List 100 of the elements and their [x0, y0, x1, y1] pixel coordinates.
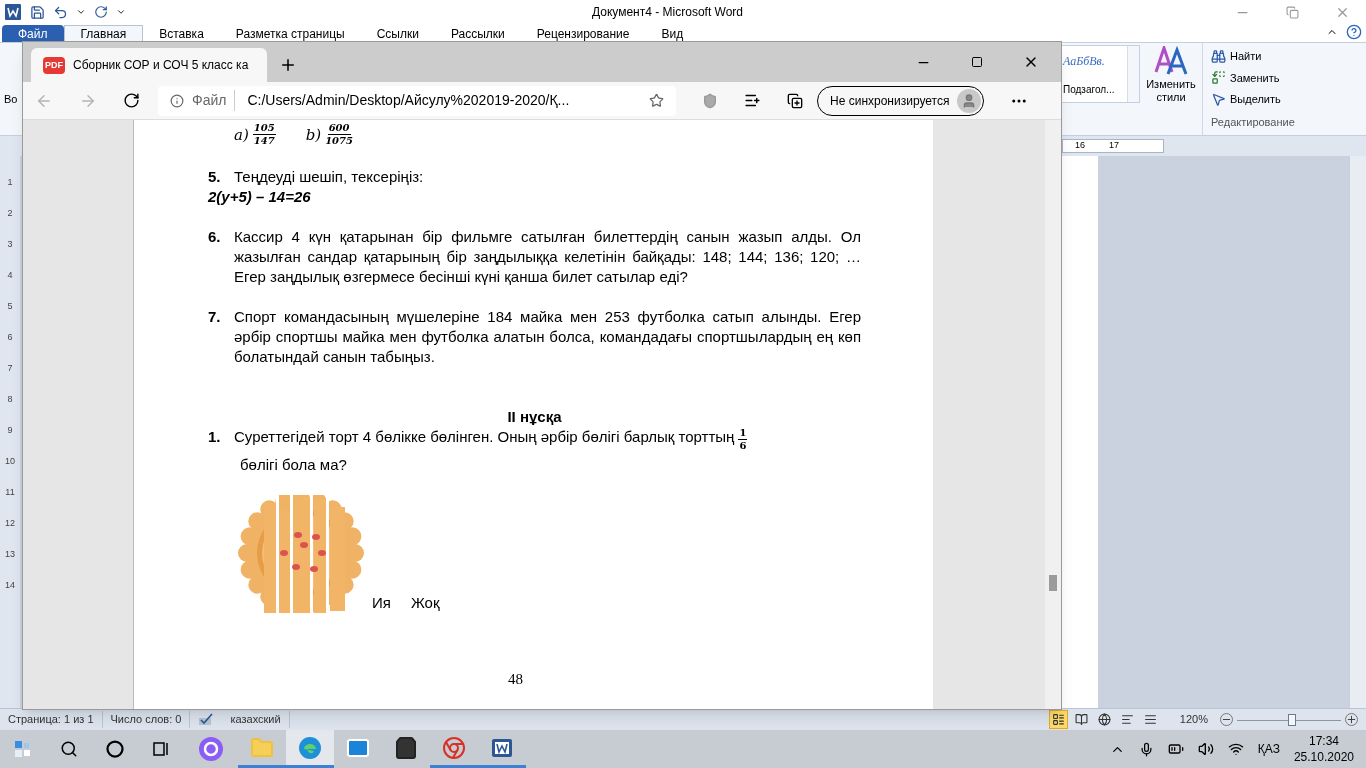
- fraction: 1 6: [738, 427, 748, 452]
- view-button[interactable]: [1048, 710, 1068, 729]
- ruler-number: 9: [7, 424, 13, 436]
- equation: 2(y+5) – 14=26: [208, 187, 312, 207]
- ruler-number: 7: [7, 362, 13, 374]
- pointer-icon: [1211, 91, 1226, 107]
- wifi-icon[interactable]: [1227, 741, 1244, 757]
- favorites-icon[interactable]: [744, 92, 761, 109]
- gallery-scrollbar[interactable]: [1127, 46, 1139, 102]
- question-text: Кассир 4 күн қатарынан бір фильмге сатылған билеттердің санын жазып алды. Ол жазылған сандар қатарының бір заңдылыққа келетінін байқады: 148; 144; 136; 120; … Егер заңдылық өзгермесе бесінші күні қанша билет сатылар еді?: [234, 227, 861, 287]
- input-language[interactable]: ҚАЗ: [1257, 740, 1280, 758]
- ruler-number: 1: [7, 176, 13, 188]
- letters-icon: [1154, 46, 1188, 76]
- question-text: Суреттегідей торт 4 бөлікке бөлінген. Оның әрбір бөлігі барлық торттың: [234, 427, 735, 447]
- caret-icon[interactable]: [116, 7, 126, 17]
- binoculars-icon: [1211, 48, 1226, 64]
- view-icon: [1120, 713, 1134, 726]
- zoom-level[interactable]: 120%: [1179, 711, 1208, 728]
- clock-date[interactable]: 25.10.2020: [1293, 749, 1354, 765]
- volume-icon[interactable]: [1197, 741, 1214, 757]
- window-title: Документ4 - Microsoft Word: [592, 4, 744, 21]
- ruler-number: 14: [5, 579, 15, 591]
- status-page[interactable]: Страница: 1 из 1: [0, 711, 103, 728]
- editing-button[interactable]: Выделить: [1211, 91, 1294, 108]
- browser-icon[interactable]: [442, 735, 466, 760]
- ribbon-label: Во: [4, 92, 19, 105]
- browser-tab[interactable]: PDF Сборник СОР и СОЧ 5 класс ка: [31, 48, 267, 82]
- editing-button[interactable]: Найти: [1211, 48, 1294, 65]
- editing-button[interactable]: Заменить: [1211, 69, 1294, 86]
- new-tab-icon[interactable]: [279, 56, 297, 74]
- answer-option: Ия: [372, 593, 391, 613]
- ruler-number: 10: [5, 455, 15, 467]
- ribbon-tab[interactable]: Вставка: [143, 25, 220, 42]
- maximize-icon[interactable]: [971, 56, 983, 68]
- question-number: 7.: [208, 307, 222, 327]
- favorite-icon[interactable]: [649, 93, 664, 108]
- question-number: 6.: [208, 227, 222, 247]
- view-icon: [1051, 713, 1065, 726]
- fraction: 600 1075: [325, 122, 353, 147]
- browser-icon[interactable]: [298, 735, 322, 760]
- ribbon-tab[interactable]: Файл: [2, 25, 64, 42]
- redo-icon[interactable]: [94, 5, 108, 19]
- restore-icon[interactable]: [1286, 5, 1299, 19]
- change-styles-button[interactable]: Изменить стили: [1140, 43, 1202, 135]
- ruler-number: 2: [7, 207, 13, 219]
- answer-option: Жоқ: [410, 593, 440, 613]
- slider-thumb[interactable]: [1288, 713, 1297, 726]
- task-view-icon[interactable]: [152, 740, 170, 758]
- reload-icon[interactable]: [123, 92, 140, 109]
- info-icon: [170, 93, 184, 108]
- page-scrollbar[interactable]: [1045, 120, 1061, 709]
- ruler-number: 17: [1109, 139, 1120, 153]
- view-icon: [1143, 713, 1157, 726]
- voice-assistant-icon[interactable]: [198, 736, 224, 762]
- view-icon: [1097, 713, 1111, 726]
- address-field[interactable]: Файл C:/Users/Admin/Desktop/Айсулу%202019-2020/Қ...: [158, 85, 676, 116]
- ruler-number: 16: [1075, 139, 1085, 153]
- ruler-number: 4: [7, 269, 13, 281]
- style-preview[interactable]: АаБбВв.: [1063, 51, 1105, 70]
- ruler-number: 11: [5, 486, 15, 498]
- collections-icon[interactable]: [787, 92, 803, 109]
- ribbon-tab[interactable]: Вид: [645, 25, 700, 42]
- ribbon-tab[interactable]: Рассылки: [434, 25, 521, 42]
- document-app-icon[interactable]: [4, 3, 22, 21]
- replace-icon: [1211, 70, 1226, 86]
- spellcheck-icon[interactable]: [198, 712, 215, 727]
- question-number: 1.: [208, 427, 222, 447]
- zoom-in-icon[interactable]: [1345, 713, 1358, 726]
- page-number: 48: [508, 670, 523, 689]
- microphone-icon[interactable]: [1138, 741, 1154, 757]
- avatar-icon: [957, 88, 982, 113]
- ribbon-tab[interactable]: Ссылки: [360, 25, 435, 42]
- clock-time[interactable]: 17:34: [1308, 733, 1339, 749]
- ruler-number: 8: [7, 393, 13, 405]
- question-number: 5.: [208, 167, 222, 187]
- ruler-number: 5: [7, 300, 13, 312]
- question-text: Спорт командасының мүшелеріне 184 майка мен 253 футболка сатып алынды. Егер әрбір спортшы майка мен футболка алатын болса, командадағы спортшылардың ең көп болатындай санын табыңыз.: [234, 307, 861, 367]
- undo-icon[interactable]: [53, 4, 68, 20]
- pdf-icon: PDF: [43, 56, 65, 74]
- question-text: бөлігі бола ма?: [240, 455, 347, 475]
- ruler-number: 13: [5, 548, 15, 560]
- view-icon: [1074, 713, 1088, 726]
- battery-icon[interactable]: [1167, 741, 1184, 757]
- search-icon[interactable]: [60, 740, 78, 758]
- zoom-slider[interactable]: [1237, 712, 1341, 727]
- vertical-scrollbar[interactable]: [1349, 156, 1366, 708]
- ruler-number: 12: [5, 517, 15, 529]
- help-icon[interactable]: [1346, 24, 1362, 40]
- status-language[interactable]: казахский: [222, 711, 290, 728]
- start-icon[interactable]: [14, 740, 32, 758]
- variant-heading: II нұсқа: [506, 407, 563, 427]
- shield-icon[interactable]: [702, 92, 718, 109]
- ruler-number: 3: [7, 238, 13, 250]
- status-word-count[interactable]: Число слов: 0: [102, 711, 191, 728]
- assistant-icon[interactable]: [106, 740, 124, 758]
- group-label: Редактирование: [1211, 114, 1294, 130]
- ribbon-tab[interactable]: Разметка страницы: [219, 25, 361, 42]
- caret-icon[interactable]: [76, 7, 86, 17]
- save-icon[interactable]: [30, 4, 45, 20]
- ribbon-tab[interactable]: Рецензирование: [520, 25, 646, 42]
